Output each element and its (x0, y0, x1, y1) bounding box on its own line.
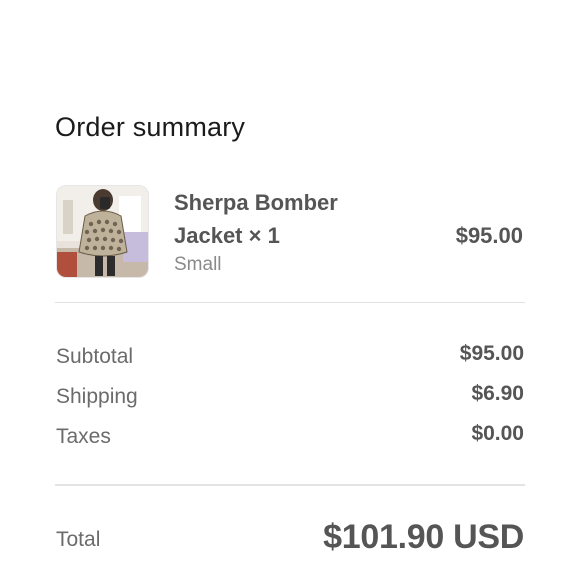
divider (55, 484, 525, 486)
order-summary-title: Order summary (55, 112, 246, 142)
shipping-label: Shipping (56, 385, 138, 408)
subtotal-label: Subtotal (56, 345, 134, 368)
product-price: $95.00 (455, 223, 523, 248)
total-value: $101.90 USD (323, 518, 524, 556)
subtotal-value: $95.00 (459, 342, 524, 365)
product-image (57, 186, 148, 277)
taxes-value: $0.00 (471, 422, 524, 445)
shipping-value: $6.90 (471, 382, 524, 405)
divider (55, 302, 525, 303)
total-label: Total (56, 528, 101, 551)
product-variant: Small (174, 254, 222, 275)
product-name: Sherpa Bomber Jacket × 1 (174, 190, 338, 248)
taxes-label: Taxes (56, 425, 111, 448)
